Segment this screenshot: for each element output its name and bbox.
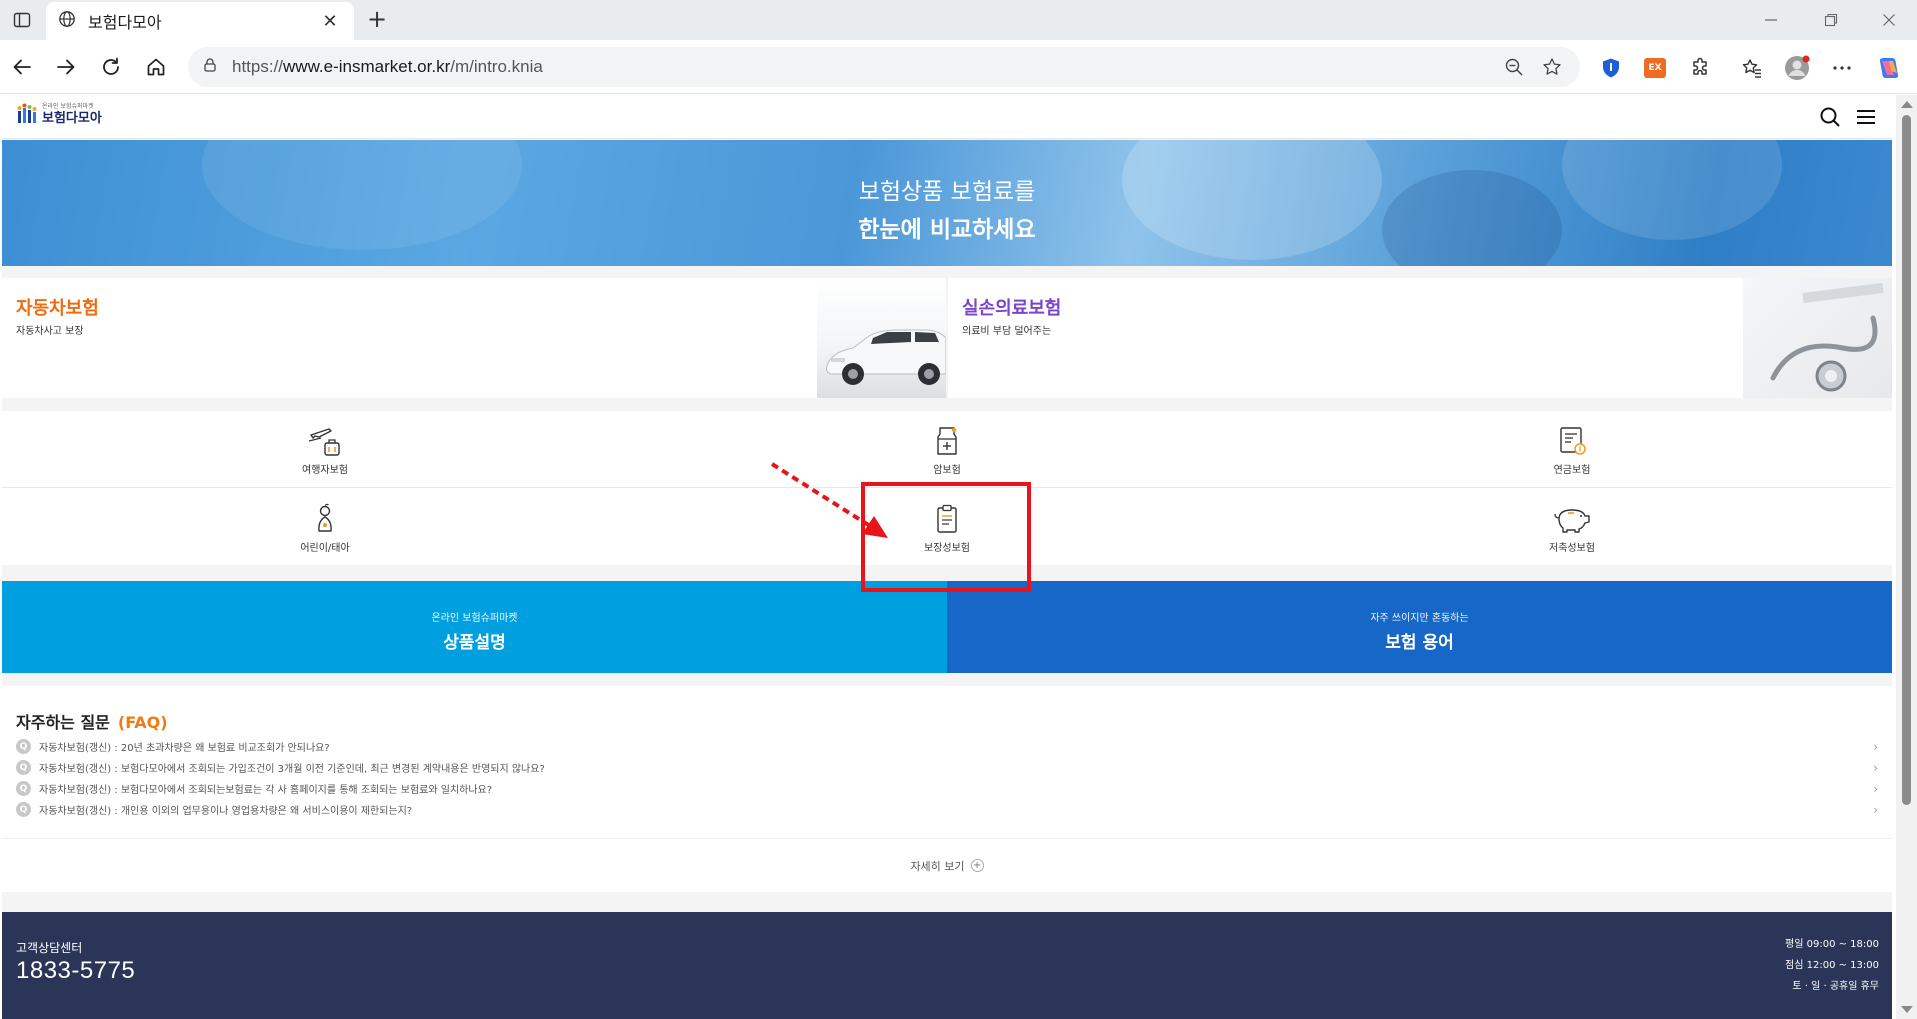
faq-item[interactable]: Q 자동차보험(갱신) : 보험다모아에서 조회되는보험료는 각 사 홈페이지를… [16,778,1878,799]
sidebar-toggle-icon[interactable] [6,5,38,35]
scroll-down-arrow-icon[interactable] [1901,1006,1913,1013]
globe-icon [58,10,76,32]
product-label: 여행자보험 [302,465,348,476]
faq-list: Q 자동차보험(갱신) : 20년 초과차량은 왜 보험료 비교조회가 안되나요… [16,736,1878,820]
back-icon[interactable] [6,51,38,83]
insurance-terms-caption: 자주 쓰이지만 혼동하는 [1370,613,1469,624]
stethoscope-image [1743,278,1892,398]
forward-icon[interactable] [50,51,82,83]
medical-bag-icon [927,423,967,457]
medical-insurance-card[interactable]: 실손의료보험 의료비 부담 덜어주는 [948,278,1892,398]
faq-question: 자동차보험(갱신) : 보험다모아에서 조회되는보험료는 각 사 홈페이지를 통… [39,785,493,796]
minimize-icon[interactable] [1748,6,1794,34]
faq-q-badge: Q [16,760,31,775]
hero-title-line2: 한눈에 비교하세요 [858,217,1036,243]
site-logo[interactable]: 온라인 보험슈퍼마켓 보험다모아 [16,103,102,125]
hero-banner: 보험상품 보험료를 한눈에 비교하세요 [2,140,1892,266]
hero-title-line1: 보험상품 보험료를 [858,179,1036,205]
customer-center-phone[interactable]: 1833-5775 [16,957,135,985]
product-description-button[interactable]: 온라인 보험슈퍼마켓 상품설명 [2,581,947,673]
airplane-luggage-icon [305,423,345,457]
restore-icon[interactable] [1808,6,1854,34]
address-bar[interactable]: https://www.e-insmarket.or.kr/m/intro.kn… [188,47,1580,87]
reload-icon[interactable] [95,51,127,83]
insurance-terms-title: 보험 용어 [1385,633,1454,653]
search-icon[interactable] [1818,105,1842,129]
chevron-right-icon: › [1873,803,1878,817]
car-insurance-title: 자동차보험 [16,298,99,319]
zoom-out-icon[interactable] [1500,53,1528,81]
url-text[interactable]: https://www.e-insmarket.or.kr/m/intro.kn… [232,57,1490,77]
logo-name: 보험다모아 [42,110,102,126]
logo-tagline: 온라인 보험슈퍼마켓 [42,102,94,110]
faq-question: 자동차보험(갱신) : 보험다모아에서 조회되는 가입조건이 3개월 이전 기준… [39,764,545,775]
hours-weekday: 평일 09:00 ~ 18:00 [1785,939,1879,950]
faq-item[interactable]: Q 자동차보험(갱신) : 20년 초과차량은 왜 보험료 비교조회가 안되나요… [16,736,1878,757]
car-insurance-card[interactable]: 자동차보험 자동차사고 보장 [2,278,946,398]
site-header: 온라인 보험슈퍼마켓 보험다모아 [2,95,1892,139]
browser-tab[interactable]: 보험다모아 ✕ [46,2,354,40]
faq-more-label: 자세히 보기 [910,859,965,873]
faq-item[interactable]: Q 자동차보험(갱신) : 보험다모아에서 조회되는 가입조건이 3개월 이전 … [16,757,1878,778]
faq-more-button[interactable]: 자세히 보기 + [2,838,1892,892]
home-icon[interactable] [140,51,172,83]
piggy-bank-icon [1552,501,1592,535]
product-description-title: 상품설명 [443,633,506,653]
copilot-icon[interactable] [1874,53,1904,83]
annotation-highlight-box [861,482,1031,592]
product-pension-insurance[interactable]: 연금보험 [1462,423,1682,483]
more-menu-icon[interactable] [1827,53,1857,83]
customer-center-label: 고객상담센터 [16,941,83,955]
faq-q-badge: Q [16,802,31,817]
pension-document-icon [1552,423,1592,457]
product-label: 연금보험 [1553,465,1591,476]
faq-section: 자주하는 질문 (FAQ) Q 자동차보험(갱신) : 20년 초과차량은 왜 보… [2,686,1892,892]
faq-q-badge: Q [16,739,31,754]
customer-center-footer: 고객상담센터 1833-5775 평일 09:00 ~ 18:00 점심 12:… [2,912,1892,1019]
page-scrollbar[interactable] [1896,95,1917,1019]
faq-q-badge: Q [16,781,31,796]
logo-mark-icon [16,103,38,125]
new-tab-icon[interactable]: + [362,6,392,34]
medical-insurance-subtitle: 의료비 부담 덜어주는 [962,326,1052,337]
tab-title: 보험다모아 [88,13,162,32]
insurance-terms-button[interactable]: 자주 쓰이지만 혼동하는 보험 용어 [947,581,1892,673]
scrollbar-thumb[interactable] [1902,115,1911,805]
business-hours: 평일 09:00 ~ 18:00 점심 12:00 ~ 13:00 토 · 일 … [1785,934,1879,997]
faq-item[interactable]: Q 자동차보험(갱신) : 개인용 이외의 업무용이나 영업용차량은 왜 서비스… [16,799,1878,820]
product-child-insurance[interactable]: 어린이/태아 [215,501,435,561]
product-label: 어린이/태아 [300,543,350,554]
plus-circle-icon: + [970,859,984,872]
profile-avatar-icon[interactable] [1782,53,1812,83]
favorite-star-icon[interactable] [1538,53,1566,81]
password-manager-icon[interactable] [1596,53,1626,83]
browser-toolbar: https://www.e-insmarket.or.kr/m/intro.kn… [0,40,1917,94]
chevron-right-icon: › [1873,740,1878,754]
hours-lunch: 점심 12:00 ~ 13:00 [1785,960,1879,971]
chevron-right-icon: › [1873,761,1878,775]
product-description-caption: 온라인 보험슈퍼마켓 [431,613,518,624]
car-insurance-subtitle: 자동차사고 보장 [16,326,84,337]
scroll-up-arrow-icon[interactable] [1901,101,1913,108]
favorites-icon[interactable] [1737,53,1767,83]
faq-question: 자동차보험(갱신) : 20년 초과차량은 왜 보험료 비교조회가 안되나요? [39,743,330,754]
tab-close-icon[interactable]: ✕ [318,11,342,32]
hours-holiday: 토 · 일 · 공휴일 휴무 [1792,981,1879,992]
faq-heading: 자주하는 질문 (FAQ) [16,713,168,732]
faq-question: 자동차보험(갱신) : 개인용 이외의 업무용이나 영업용차량은 왜 서비스이용… [39,806,413,817]
hamburger-menu-icon[interactable] [1854,105,1878,129]
product-travel-insurance[interactable]: 여행자보험 [215,423,435,483]
baby-icon [305,501,345,535]
browser-tab-strip: 보험다모아 ✕ + [0,0,1917,40]
product-label: 저축성보험 [1549,543,1595,554]
extensions-puzzle-icon[interactable] [1686,53,1716,83]
medical-insurance-title: 실손의료보험 [962,298,1062,319]
product-savings-insurance[interactable]: 저축성보험 [1462,501,1682,561]
car-image [817,278,946,398]
close-window-icon[interactable] [1866,6,1912,34]
extension-ex-icon[interactable]: EX [1640,53,1670,83]
chevron-right-icon: › [1873,782,1878,796]
site-info-icon[interactable] [202,57,218,77]
